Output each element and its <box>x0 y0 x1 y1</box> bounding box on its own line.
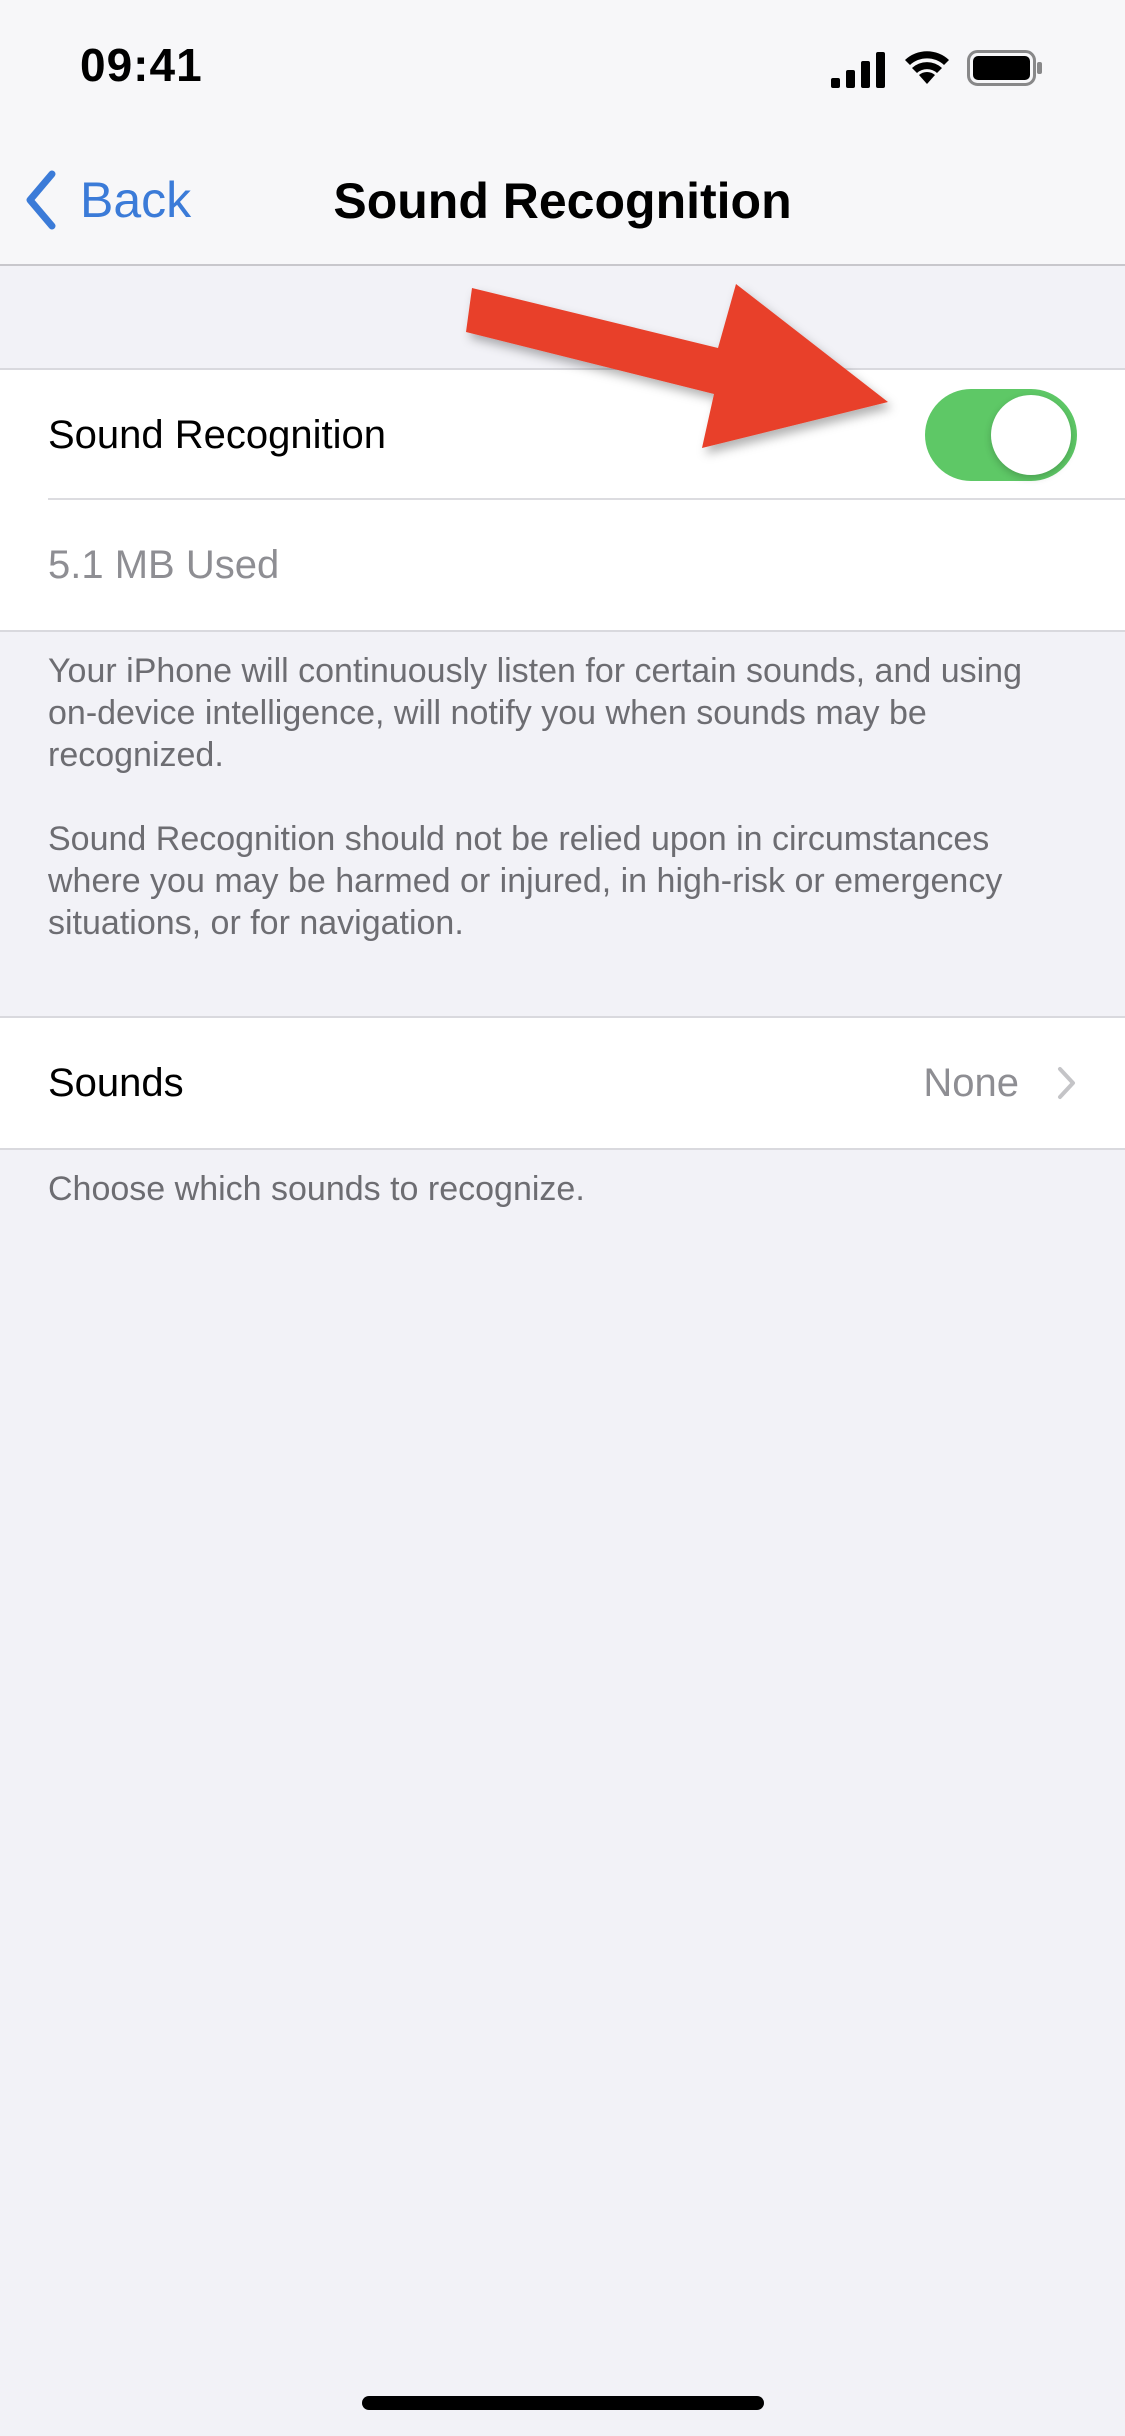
sounds-footer: Choose which sounds to recognize. <box>48 1170 585 1208</box>
description-paragraph-1: Your iPhone will continuously listen for… <box>48 652 1022 774</box>
chevron-right-icon <box>1058 1067 1075 1099</box>
sounds-value: None <box>923 1060 1019 1105</box>
sounds-label: Sounds <box>48 1060 184 1105</box>
wifi-icon <box>905 51 949 84</box>
battery-icon <box>967 50 1042 86</box>
sound-recognition-toggle[interactable] <box>925 389 1077 481</box>
navigation-bar: Back Sound Recognition <box>0 140 1125 266</box>
red-arrow-annotation <box>466 284 888 448</box>
storage-used-label: 5.1 MB Used <box>48 542 280 587</box>
page-title: Sound Recognition <box>333 173 792 229</box>
sound-recognition-label: Sound Recognition <box>48 412 387 457</box>
status-bar: 09:41 <box>0 0 1125 140</box>
storage-row: 5.1 MB Used <box>0 500 1125 630</box>
status-time: 09:41 <box>80 39 203 91</box>
sounds-row[interactable]: Sounds None <box>0 1018 1125 1148</box>
description-paragraph-2: Sound Recognition should not be relied u… <box>48 820 1003 942</box>
toggle-knob <box>991 395 1071 475</box>
cellular-signal-icon <box>831 52 885 88</box>
home-indicator <box>362 2396 764 2410</box>
sounds-group: Sounds None <box>0 1016 1125 1150</box>
